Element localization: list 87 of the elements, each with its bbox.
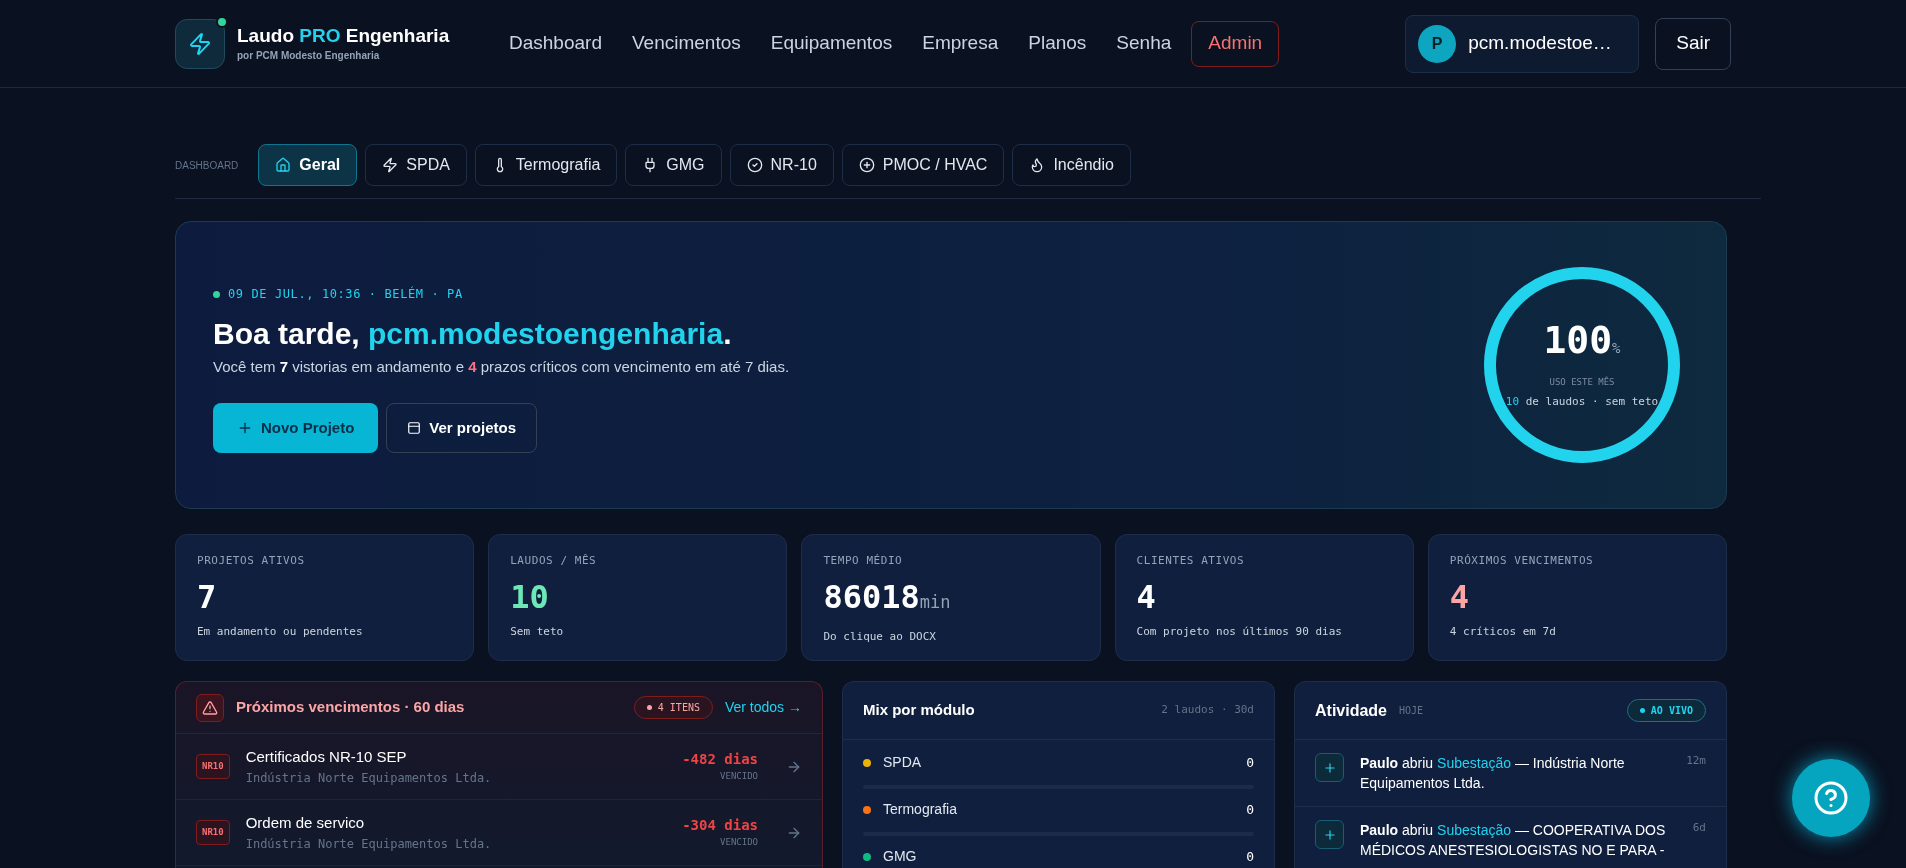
stat-caption: Com projeto nos últimos 90 dias	[1136, 623, 1343, 640]
stat-value: 86018min	[823, 576, 952, 618]
company-name: Indústria Norte Equipamentos Ltda.	[245, 769, 492, 787]
section-label: DASHBOARD	[175, 158, 239, 173]
stat-value: 7	[197, 576, 218, 618]
usage-label: USO ESTE MÊS	[1549, 376, 1615, 389]
module-name: SPDA	[883, 753, 922, 772]
nav-link[interactable]: Senha	[1106, 29, 1182, 58]
usage-value: 100%	[1543, 320, 1621, 364]
count-badge: 4 ITENS	[633, 696, 713, 719]
module-tab[interactable]: GMG	[625, 144, 722, 186]
status-label: VENCIDO	[720, 770, 758, 784]
usage-caption: 10 de laudos · sem teto	[1505, 393, 1659, 410]
deadline-title: Ordem de servico	[245, 813, 366, 834]
check-circle-icon	[746, 157, 763, 173]
plus-icon	[1322, 760, 1337, 775]
view-projects-button[interactable]: Ver projetos	[386, 402, 538, 453]
days-overdue: -304 dias	[682, 816, 758, 836]
user-menu[interactable]: P pcm.modestoe…	[1405, 14, 1640, 73]
stat-value: 4	[1136, 576, 1157, 618]
activity-text: Paulo abriu Subestação — Indústria Norte Equipamentos Ltda.	[1360, 754, 1626, 793]
home-icon	[275, 157, 292, 173]
stat-caption: Sem teto	[510, 623, 565, 640]
module-tag: NR10	[196, 819, 230, 846]
days-overdue: -482 dias	[682, 750, 758, 770]
panel-title: Mix por módulo	[863, 700, 975, 721]
brand-tagline: por PCM Modesto Engenharia	[237, 49, 381, 63]
module-count: 0	[1246, 847, 1254, 866]
module-name: GMG	[883, 847, 917, 866]
view-all-link[interactable]: Ver todos →	[724, 697, 802, 718]
window-icon	[407, 420, 422, 435]
activity-time: 12m	[1686, 753, 1706, 769]
module-tab[interactable]: PMOC / HVAC	[841, 144, 1005, 186]
activity-time: 6d	[1692, 820, 1706, 836]
stat-caption: Do clique ao DOCX	[823, 628, 937, 645]
panel-title: Próximos vencimentos · 60 dias	[236, 697, 465, 718]
company-name: Indústria Norte Equipamentos Ltda.	[245, 835, 492, 853]
nav-link[interactable]: Dashboard	[499, 29, 612, 58]
plus-circle-icon	[858, 157, 875, 173]
lightning-icon	[382, 157, 399, 173]
module-count: 0	[1246, 800, 1254, 819]
activity-text: Paulo abriu Subestação — COOPERATIVA DOS MÉDICOS ANESTESIOLOGISTAS NO E PARA -	[1360, 821, 1667, 860]
new-project-button[interactable]: Novo Projeto	[213, 402, 379, 453]
panel-subtitle: HOJE	[1399, 704, 1424, 718]
nav-link[interactable]: Equipamentos	[760, 29, 903, 58]
live-badge: AO VIVO	[1626, 699, 1706, 722]
timestamp: 09 DE JUL., 10:36 · BELÉM · PA	[228, 285, 463, 304]
module-tab[interactable]: SPDA	[365, 144, 467, 186]
panel-title: Atividade	[1315, 700, 1387, 721]
admin-link[interactable]: Admin	[1191, 20, 1280, 67]
stat-caption: 4 críticos em 7d	[1449, 623, 1557, 640]
stat-label: CLIENTES ATIVOS	[1136, 553, 1246, 569]
module-count: 0	[1246, 753, 1254, 772]
deadline-title: Certificados NR-10 SEP	[245, 747, 408, 768]
user-avatar: P	[1418, 24, 1457, 63]
nav-link[interactable]: Planos	[1018, 29, 1097, 58]
help-button[interactable]	[1792, 759, 1870, 837]
stat-label: TEMPO MÉDIO	[823, 553, 904, 569]
deadline-row[interactable]: NR10 Ordem de servico Indústria Norte Equipamentos Ltda. -304 dias VENCIDO	[176, 800, 822, 866]
stat-caption: Em andamento ou pendentes	[197, 623, 364, 640]
lightning-icon	[188, 31, 212, 56]
module-tab[interactable]: Geral	[258, 144, 358, 186]
nav-link[interactable]: Empresa	[912, 29, 1009, 58]
summary-text: Você tem 7 vistorias em andamento e 4 prazos críticos com vencimento em até 7 dias.	[213, 357, 790, 378]
user-name: pcm.modestoe…	[1468, 31, 1612, 56]
plus-icon	[1322, 827, 1337, 842]
warning-icon	[202, 699, 218, 716]
nav-link[interactable]: Vencimentos	[621, 29, 751, 58]
help-icon	[1813, 780, 1849, 816]
stat-value: 4	[1449, 576, 1471, 618]
stat-value: 10	[510, 576, 550, 618]
brand-name: Laudo PRO Engenharia	[237, 24, 450, 48]
target-link[interactable]: Subestação	[1437, 822, 1511, 838]
module-tab[interactable]: Termografia	[474, 144, 618, 186]
logout-button[interactable]: Sair	[1655, 17, 1731, 70]
stat-label: PRÓXIMOS VENCIMENTOS	[1449, 553, 1595, 569]
module-tag: NR10	[196, 753, 230, 780]
panel-meta: 2 laudos · 30d	[1161, 702, 1254, 719]
stat-label: PROJETOS ATIVOS	[197, 553, 306, 569]
greeting-heading: Boa tarde, pcm.modestoengenharia.	[213, 316, 733, 353]
module-name: Termografia	[883, 800, 957, 819]
module-tab[interactable]: NR-10	[729, 144, 834, 186]
status-label: VENCIDO	[720, 836, 758, 850]
target-link[interactable]: Subestação	[1437, 755, 1511, 771]
stat-label: LAUDOS / MÊS	[510, 553, 598, 569]
module-tab[interactable]: Incêndio	[1012, 144, 1131, 186]
deadline-row[interactable]: NR10 Certificados NR-10 SEP Indústria Norte Equipamentos Ltda. -482 dias VENCIDO	[176, 734, 822, 800]
